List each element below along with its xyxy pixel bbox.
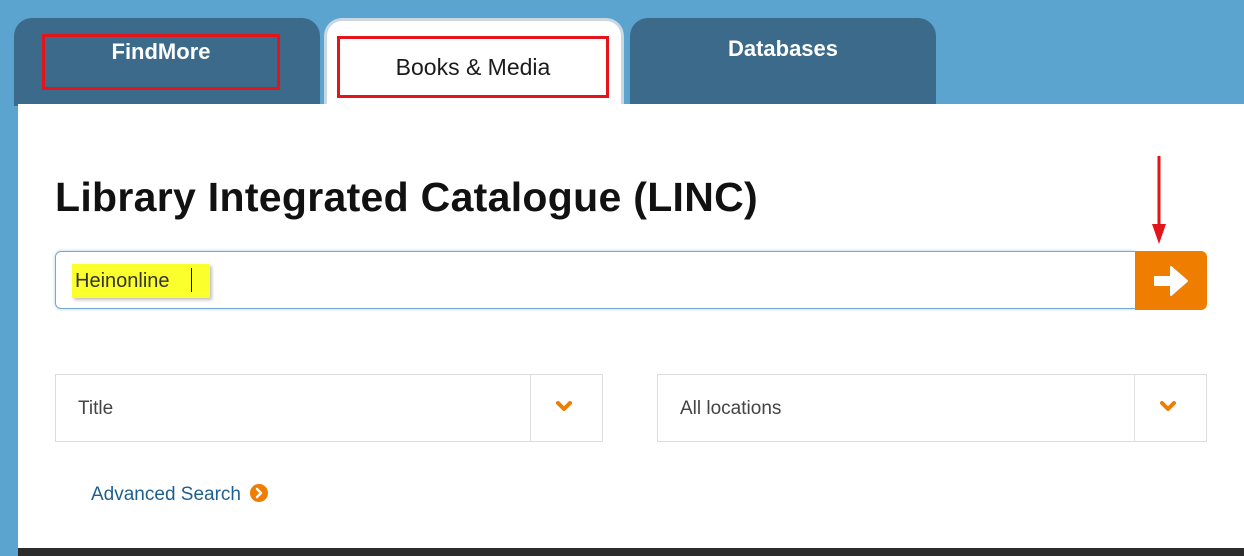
search-panel: Library Integrated Catalogue (LINC) Hein… bbox=[18, 104, 1244, 548]
tab-bar: FindMore Books & Media Databases bbox=[14, 18, 1244, 108]
location-select[interactable]: All locations bbox=[657, 374, 1207, 442]
advanced-search-label: Advanced Search bbox=[91, 484, 241, 505]
page-title: Library Integrated Catalogue (LINC) bbox=[55, 174, 759, 220]
search-submit-button[interactable] bbox=[1135, 251, 1207, 310]
chevron-down-icon bbox=[556, 401, 572, 411]
arrow-right-icon bbox=[1154, 266, 1188, 296]
advanced-search-link[interactable]: Advanced Search bbox=[91, 484, 269, 506]
tab-books-media[interactable]: Books & Media bbox=[324, 18, 624, 108]
chevron-down-icon bbox=[1160, 401, 1176, 411]
tab-databases[interactable]: Databases bbox=[630, 18, 936, 106]
search-input-value: Heinonline bbox=[75, 270, 170, 292]
tab-findmore-text: FindMore bbox=[111, 39, 211, 64]
search-field-select[interactable]: Title bbox=[55, 374, 603, 442]
tab-databases-text: Databases bbox=[727, 36, 839, 61]
location-value: All locations bbox=[680, 398, 782, 419]
search-field-value: Title bbox=[78, 398, 114, 419]
select-divider bbox=[1134, 375, 1135, 441]
circle-chevron-right-icon bbox=[250, 484, 269, 502]
tab-books-media-label: Books & Media bbox=[337, 36, 609, 98]
tab-findmore-label: FindMore bbox=[42, 34, 280, 90]
footer-edge bbox=[18, 548, 1244, 556]
annotation-arrow-icon bbox=[1152, 156, 1166, 244]
library-search-widget: FindMore Books & Media Databases Library… bbox=[0, 0, 1244, 556]
search-input[interactable]: Heinonline bbox=[55, 251, 1135, 309]
select-divider bbox=[530, 375, 531, 441]
tab-databases-label: Databases bbox=[630, 34, 936, 84]
tab-findmore[interactable]: FindMore bbox=[14, 18, 320, 106]
text-caret bbox=[191, 268, 192, 292]
